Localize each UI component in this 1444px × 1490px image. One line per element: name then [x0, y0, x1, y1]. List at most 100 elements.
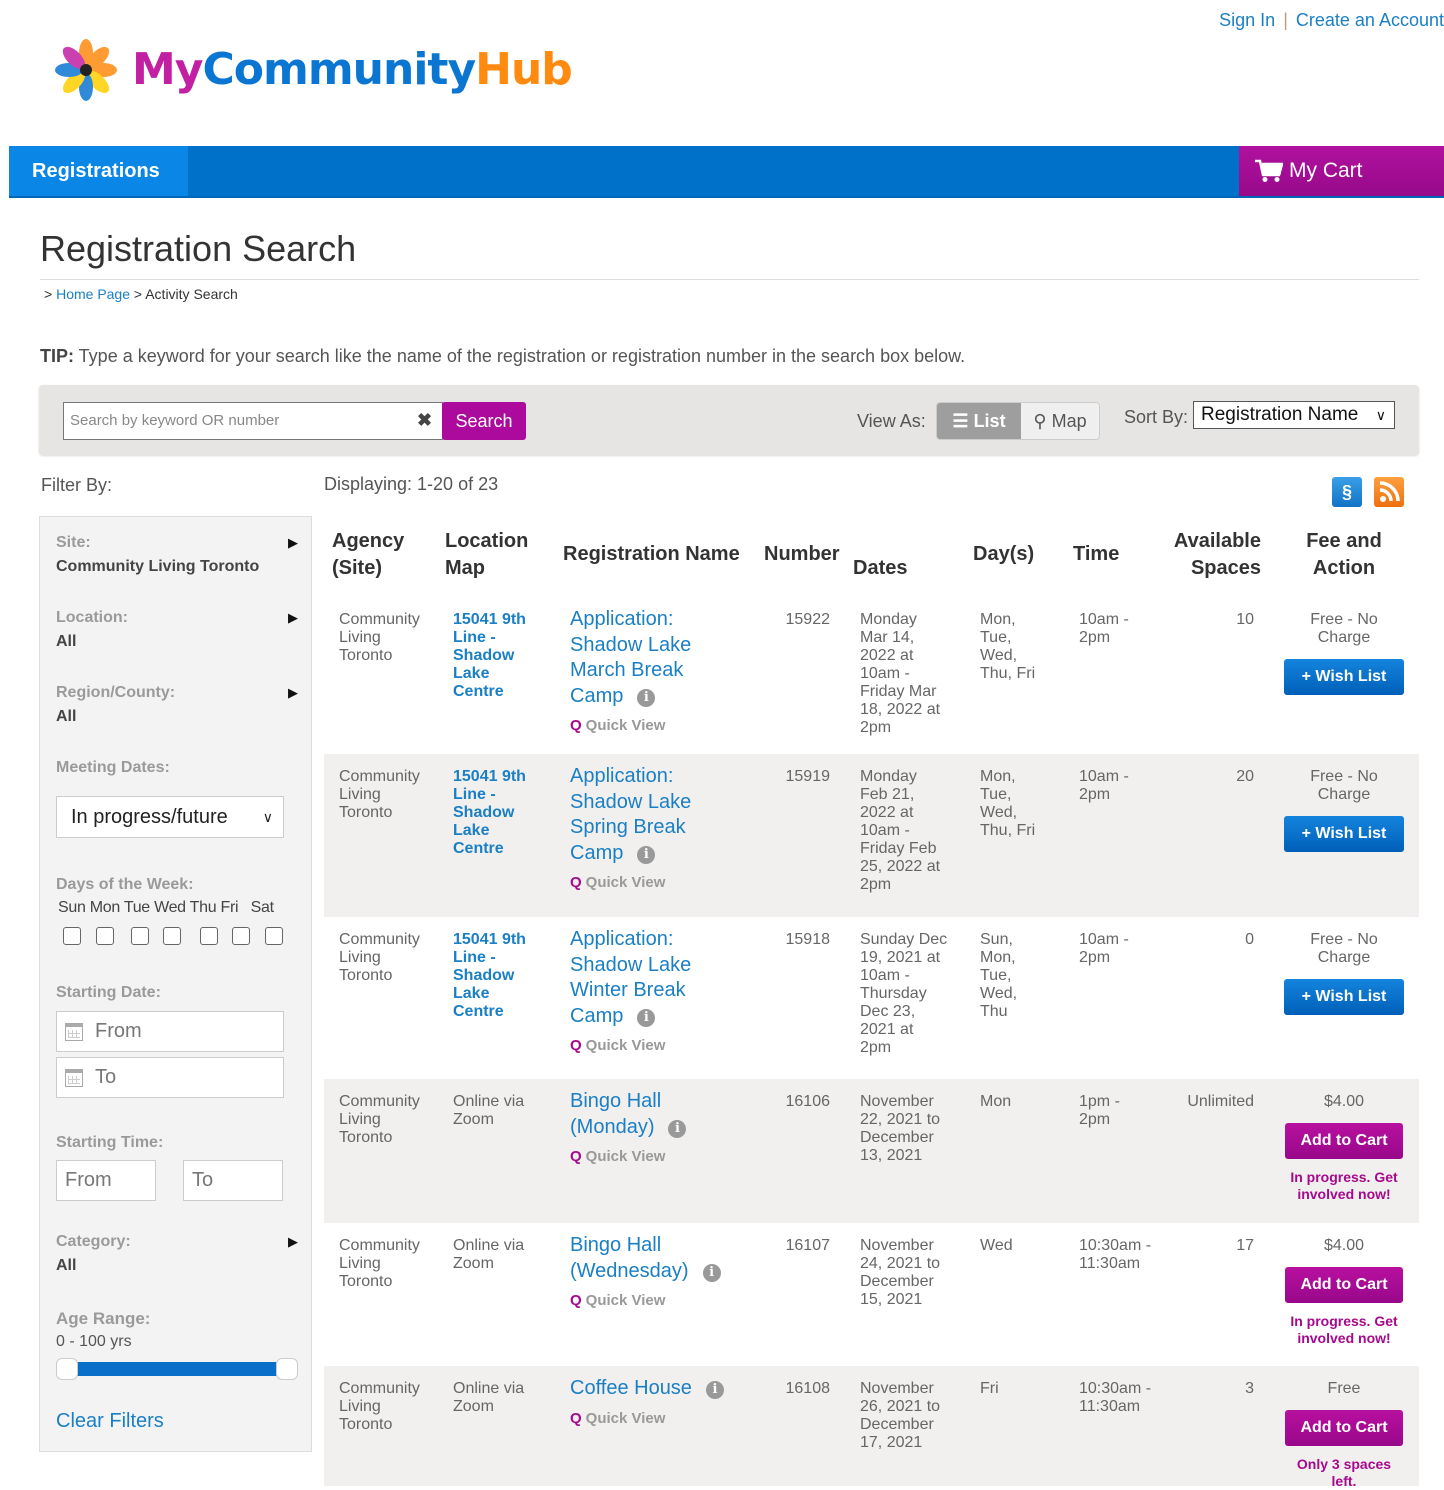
col-time: Time: [1073, 543, 1120, 565]
info-icon[interactable]: i: [705, 1381, 724, 1399]
registration-name-cell: Application: Shadow Lake March Break Camp i …: [570, 607, 760, 735]
chevron-down-icon: ∨: [262, 809, 273, 825]
registration-name-link[interactable]: Bingo Hall (Wednesday) i: [570, 1233, 760, 1284]
spaces-cell: 0: [1245, 931, 1254, 948]
quick-view-link[interactable]: Q Quick View: [570, 717, 760, 735]
add-to-cart-button[interactable]: Add to Cart: [1285, 1267, 1403, 1303]
my-cart-label: My Cart: [1289, 159, 1363, 182]
wish-list-button[interactable]: + Wish List: [1284, 816, 1404, 852]
site-expand-icon[interactable]: ▶: [288, 535, 298, 551]
sort-by-select[interactable]: Registration Name ∨: [1193, 401, 1395, 429]
clear-filters-link[interactable]: Clear Filters: [56, 1410, 164, 1433]
checkbox-fri[interactable]: [232, 927, 250, 945]
quick-view-link[interactable]: Q Quick View: [570, 874, 760, 892]
start-time-to-input[interactable]: To: [183, 1160, 283, 1201]
view-as-label: View As:: [857, 411, 926, 431]
spaces-cell: 17: [1236, 1237, 1254, 1254]
search-toolbar: Search by keyword OR number ✖ Search Vie…: [39, 385, 1419, 455]
breadcrumb-home-link[interactable]: Home Page: [56, 286, 130, 302]
agency-cell: Community Living Toronto: [339, 1237, 420, 1290]
link-icon[interactable]: §: [1332, 477, 1362, 507]
results-table: Agency (Site) Location Map Registration Na…: [324, 522, 1419, 1489]
checkbox-sun[interactable]: [63, 927, 81, 945]
logo[interactable]: MyCommunityHub: [52, 36, 573, 104]
table-row: Community Living Toronto 15041 9th Line - Sh…: [324, 597, 1419, 754]
info-icon[interactable]: i: [702, 1263, 721, 1282]
filter-by-label: Filter By:: [41, 475, 113, 495]
nav-registrations[interactable]: Registrations: [9, 146, 188, 196]
page-title: Registration Search: [40, 228, 357, 269]
time-cell: 10am -2pm: [1079, 931, 1129, 966]
add-to-cart-button[interactable]: Add to Cart: [1285, 1123, 1403, 1159]
info-icon[interactable]: i: [637, 845, 656, 864]
days-of-week-label: Days of the Week:: [56, 876, 194, 893]
view-list-button[interactable]: ☰ List: [937, 403, 1021, 439]
age-max-handle[interactable]: [276, 1358, 298, 1380]
table-row: Community Living Toronto Online via Zoom Bi…: [324, 1079, 1419, 1223]
magnifier-icon: Q: [570, 874, 582, 891]
days-of-week-header: Sun Mon Tue Wed Thu Fri Sat: [58, 899, 274, 916]
category-expand-icon[interactable]: ▶: [288, 1234, 298, 1250]
region-filter-value: All: [56, 708, 77, 725]
location-map-link[interactable]: 15041 9th Line - Shadow Lake Centre: [453, 768, 553, 858]
quick-view-link[interactable]: Q Quick View: [570, 1037, 760, 1055]
location-filter-value: All: [56, 633, 77, 650]
site-filter-label: Site:: [56, 534, 91, 551]
add-to-cart-button[interactable]: Add to Cart: [1285, 1410, 1403, 1446]
checkbox-mon[interactable]: [96, 927, 114, 945]
registration-name-link[interactable]: Application: Shadow Lake March Break Camp i: [570, 607, 760, 709]
region-expand-icon[interactable]: ▶: [288, 685, 298, 701]
start-date-from-input[interactable]: From: [56, 1011, 284, 1052]
days-cell: Mon, Tue, Wed, Thu, Fri: [980, 768, 1036, 839]
info-icon[interactable]: i: [637, 688, 656, 707]
my-cart-button[interactable]: My Cart: [1239, 146, 1444, 196]
clear-search-icon[interactable]: ✖: [417, 410, 432, 431]
meeting-dates-select[interactable]: In progress/future ∨: [56, 796, 284, 838]
spaces-cell: Unlimited: [1187, 1093, 1254, 1110]
sign-in-link[interactable]: Sign In: [1219, 10, 1275, 30]
checkbox-tue[interactable]: [131, 927, 149, 945]
age-range-slider[interactable]: [56, 1358, 298, 1380]
quick-view-link[interactable]: Q Quick View: [570, 1292, 760, 1310]
wish-list-button[interactable]: + Wish List: [1284, 979, 1404, 1015]
account-links: Sign In | Create an Account: [1219, 10, 1444, 31]
rss-feed-icon[interactable]: [1374, 477, 1404, 507]
time-cell: 10am -2pm: [1079, 768, 1129, 803]
availability-note: In progress. Get involved now!: [1290, 1313, 1398, 1346]
location-map-link[interactable]: 15041 9th Line - Shadow Lake Centre: [453, 931, 553, 1021]
start-date-to-input[interactable]: To: [56, 1057, 284, 1098]
table-row: Community Living Toronto 15041 9th Line - Sh…: [324, 754, 1419, 917]
agency-cell: Community Living Toronto: [339, 1093, 420, 1146]
location-filter-label: Location:: [56, 609, 128, 626]
registration-name-link[interactable]: Coffee House i: [570, 1376, 760, 1402]
fee-action-cell: $4.00 Add to Cart In progress. Get invol…: [1284, 1093, 1404, 1203]
category-filter-label: Category:: [56, 1233, 131, 1250]
breadcrumb-current: Activity Search: [145, 286, 238, 302]
registration-name-link[interactable]: Bingo Hall (Monday) i: [570, 1089, 760, 1140]
checkbox-sat[interactable]: [265, 927, 283, 945]
checkbox-wed[interactable]: [163, 927, 181, 945]
registration-name-link[interactable]: Application: Shadow Lake Winter Break Camp i: [570, 927, 760, 1029]
info-icon[interactable]: i: [668, 1119, 687, 1138]
location-expand-icon[interactable]: ▶: [288, 610, 298, 626]
start-time-from-input[interactable]: From: [56, 1160, 156, 1201]
registration-name-link[interactable]: Application: Shadow Lake Spring Break Camp i: [570, 764, 760, 866]
cart-icon: [1255, 159, 1283, 182]
location-map-link[interactable]: 15041 9th Line - Shadow Lake Centre: [453, 611, 553, 701]
number-cell: 16106: [785, 1093, 831, 1110]
checkbox-thu[interactable]: [200, 927, 218, 945]
search-button[interactable]: Search: [442, 402, 526, 440]
registration-name-cell: Bingo Hall (Wednesday) i Q Quick View: [570, 1233, 760, 1310]
age-min-handle[interactable]: [56, 1358, 78, 1380]
quick-view-link[interactable]: Q Quick View: [570, 1148, 760, 1166]
wish-list-button[interactable]: + Wish List: [1284, 659, 1404, 695]
magnifier-icon: Q: [570, 1037, 582, 1054]
col-available-spaces: Available Spaces: [1173, 530, 1261, 579]
search-input[interactable]: Search by keyword OR number: [63, 402, 443, 440]
view-map-button[interactable]: ⚲ Map: [1021, 403, 1099, 439]
create-account-link[interactable]: Create an Account: [1296, 10, 1444, 30]
col-agency: Agency (Site): [332, 530, 405, 579]
info-icon[interactable]: i: [637, 1008, 656, 1027]
time-cell: 10:30am -11:30am: [1079, 1380, 1152, 1415]
quick-view-link[interactable]: Q Quick View: [570, 1410, 760, 1428]
